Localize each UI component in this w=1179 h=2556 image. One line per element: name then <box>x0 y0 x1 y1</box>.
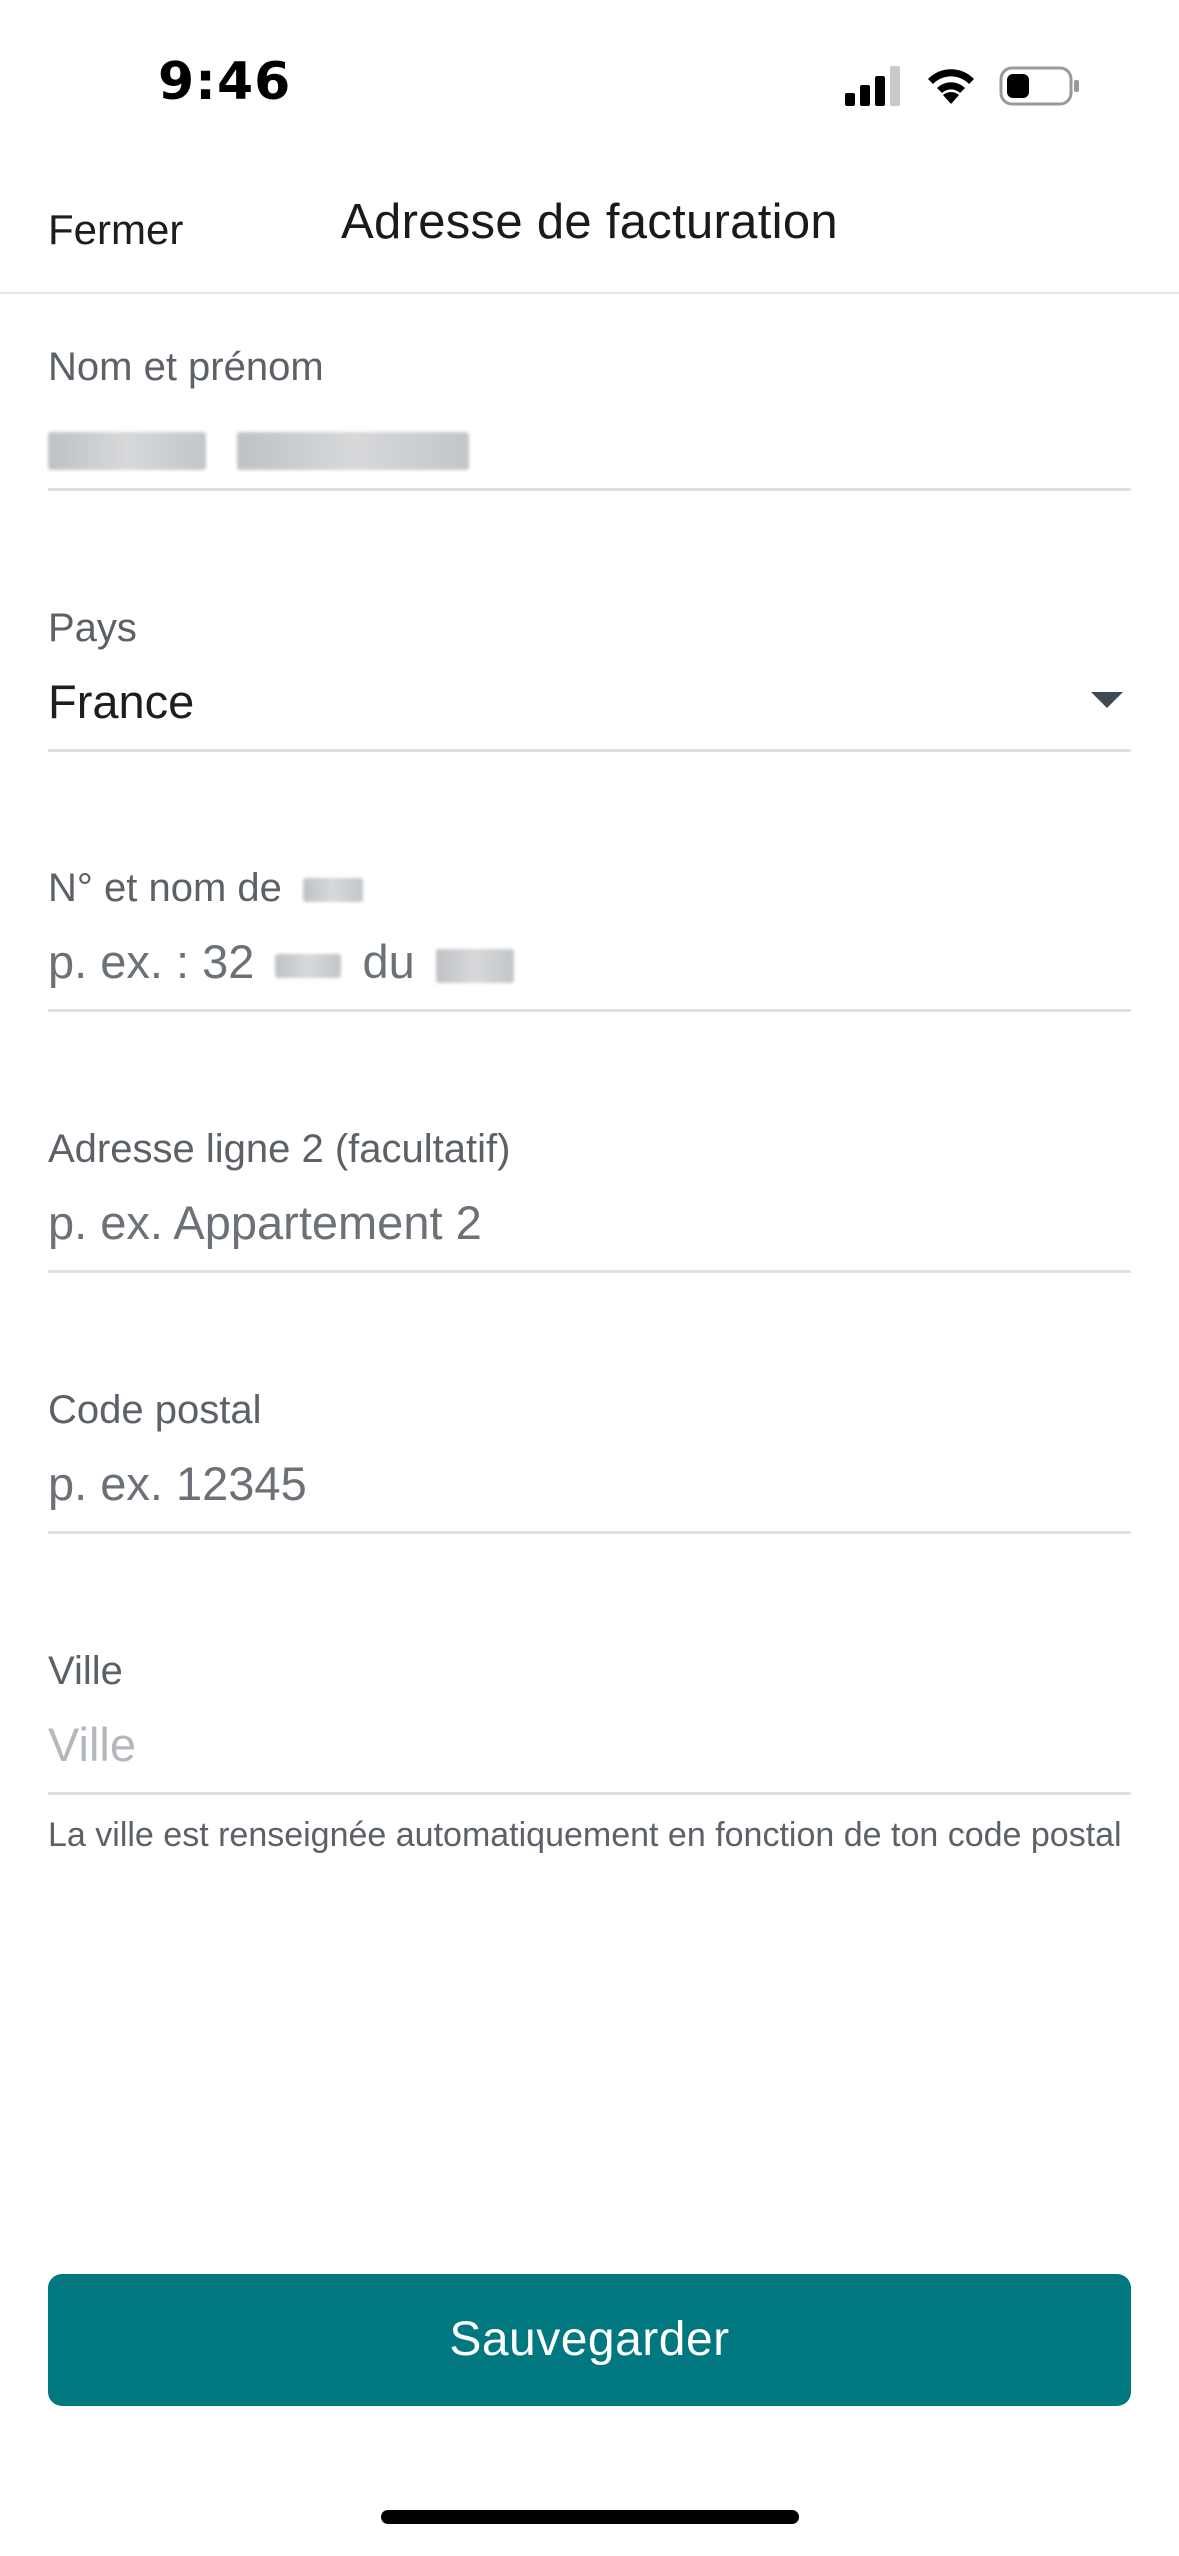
chevron-down-icon[interactable] <box>1091 692 1123 708</box>
city-helper-text: La ville est renseignée automatiquement … <box>48 1816 1122 1854</box>
name-input[interactable] <box>48 391 1131 491</box>
home-indicator <box>381 2510 799 2524</box>
country-label: Pays <box>48 606 137 650</box>
signal-icon <box>845 66 900 106</box>
status-icons <box>845 64 1081 108</box>
street-input[interactable]: p. ex. : 32 du <box>48 912 1131 1012</box>
street-placeholder-mid: du <box>362 935 415 988</box>
street-label-text: N° et nom de <box>48 866 282 910</box>
country-select[interactable]: France <box>48 652 1131 752</box>
street-label: N° et nom de <box>48 864 1131 912</box>
postal-code-placeholder: p. ex. 12345 <box>48 1457 307 1510</box>
street-placeholder-prefix: p. ex. : 32 <box>48 935 255 988</box>
country-value: France <box>48 675 195 728</box>
postal-code-field: Code postal p. ex. 12345 <box>48 1386 1131 1534</box>
name-field: Nom et prénom <box>48 343 1131 491</box>
postal-code-input[interactable]: p. ex. 12345 <box>48 1434 1131 1534</box>
page-title: Adresse de facturation <box>341 195 838 249</box>
city-field: Ville Ville La ville est renseignée auto… <box>48 1647 1131 1859</box>
redacted-block <box>435 948 514 983</box>
address2-field: Adresse ligne 2 (facultatif) p. ex. Appa… <box>48 1125 1131 1273</box>
street-placeholder: p. ex. : 32 du <box>48 932 514 992</box>
save-button[interactable]: Sauvegarder <box>48 2274 1131 2406</box>
country-field: Pays France <box>48 604 1131 752</box>
city-placeholder: Ville <box>48 1718 136 1771</box>
status-time: 9:46 <box>158 52 292 112</box>
name-value-redacted <box>48 417 470 477</box>
postal-code-label: Code postal <box>48 1388 262 1432</box>
name-label: Nom et prénom <box>48 345 324 389</box>
battery-icon <box>999 66 1079 106</box>
redacted-block <box>275 953 342 978</box>
header: Fermer Adresse de facturation <box>0 170 1179 294</box>
street-field: N° et nom de p. ex. : 32 du <box>48 864 1131 1012</box>
address2-input[interactable]: p. ex. Appartement 2 <box>48 1173 1131 1273</box>
city-label: Ville <box>48 1649 123 1693</box>
address2-label: Adresse ligne 2 (facultatif) <box>48 1127 511 1171</box>
redacted-block <box>303 878 364 903</box>
city-input: Ville <box>48 1695 1131 1795</box>
address2-placeholder: p. ex. Appartement 2 <box>48 1196 482 1249</box>
status-bar: 9:46 <box>0 0 1179 170</box>
wifi-icon <box>928 69 974 104</box>
